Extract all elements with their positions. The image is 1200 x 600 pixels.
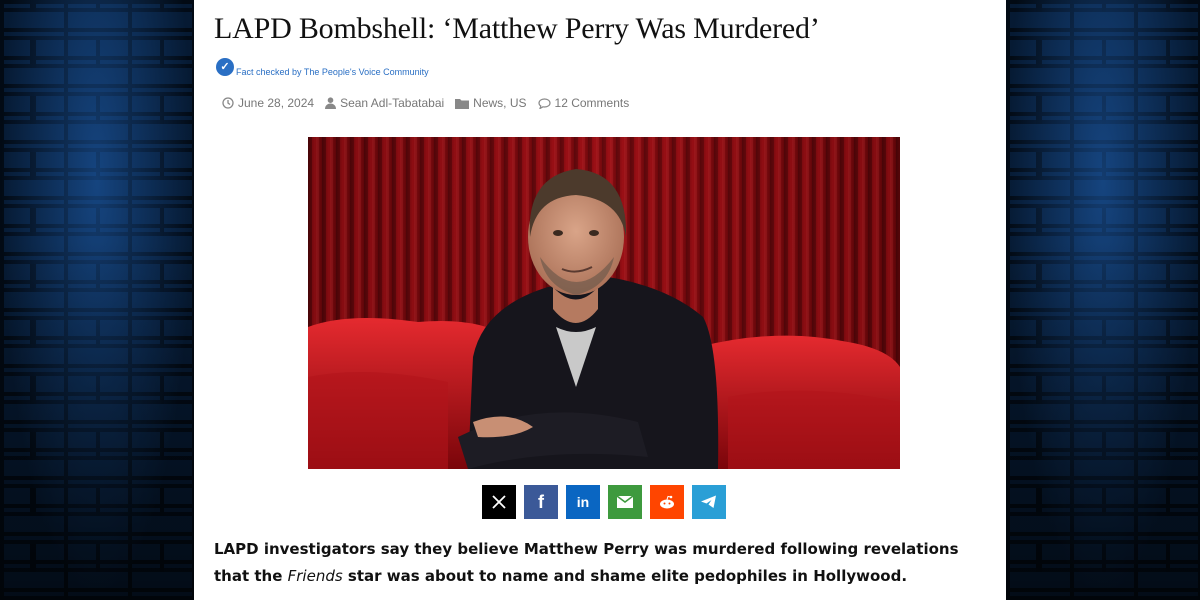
user-icon xyxy=(325,97,337,109)
author-link[interactable]: Sean Adl-Tabatabai xyxy=(340,96,444,110)
comments-link[interactable]: 12 Comments xyxy=(555,96,630,110)
lead-italic: Friends xyxy=(287,567,343,585)
brick-wall-right xyxy=(1006,0,1200,600)
clock-icon xyxy=(222,97,234,109)
share-telegram-button[interactable] xyxy=(692,485,726,519)
share-buttons: f in xyxy=(482,485,734,519)
share-reddit-button[interactable] xyxy=(650,485,684,519)
article-lead: LAPD investigators say they believe Matt… xyxy=(214,536,994,590)
meta-date: June 28, 2024 xyxy=(222,96,314,110)
linkedin-icon: in xyxy=(576,494,590,510)
categories-link[interactable]: News, US xyxy=(473,96,526,110)
lead-text-2: star was about to name and shame elite p… xyxy=(347,567,908,585)
meta-categories[interactable]: News, US xyxy=(455,96,527,110)
share-facebook-button[interactable]: f xyxy=(524,485,558,519)
fact-check-line: ✓ Fact checked by The People's Voice Com… xyxy=(216,58,429,77)
article-page: LAPD Bombshell: ‘Matthew Perry Was Murde… xyxy=(194,0,1006,600)
meta-comments[interactable]: 12 Comments xyxy=(537,96,630,110)
article-meta: June 28, 2024 Sean Adl-Tabatabai News, U… xyxy=(222,96,640,110)
meta-author[interactable]: Sean Adl-Tabatabai xyxy=(325,96,444,110)
share-linkedin-button[interactable]: in xyxy=(566,485,600,519)
x-icon xyxy=(492,495,506,509)
telegram-icon xyxy=(701,495,716,508)
comment-icon xyxy=(537,97,551,109)
email-icon xyxy=(617,496,633,508)
date-text: June 28, 2024 xyxy=(238,96,315,110)
facebook-icon: f xyxy=(538,491,544,512)
share-email-button[interactable] xyxy=(608,485,642,519)
brick-wall-left xyxy=(0,0,194,600)
share-x-button[interactable] xyxy=(482,485,516,519)
fact-check-icon: ✓ xyxy=(216,58,234,76)
folder-icon xyxy=(455,98,470,109)
fact-check-text[interactable]: Fact checked by The People's Voice Commu… xyxy=(236,67,429,77)
article-title: LAPD Bombshell: ‘Matthew Perry Was Murde… xyxy=(214,12,820,45)
reddit-icon xyxy=(660,495,674,509)
article-photo xyxy=(308,137,900,469)
